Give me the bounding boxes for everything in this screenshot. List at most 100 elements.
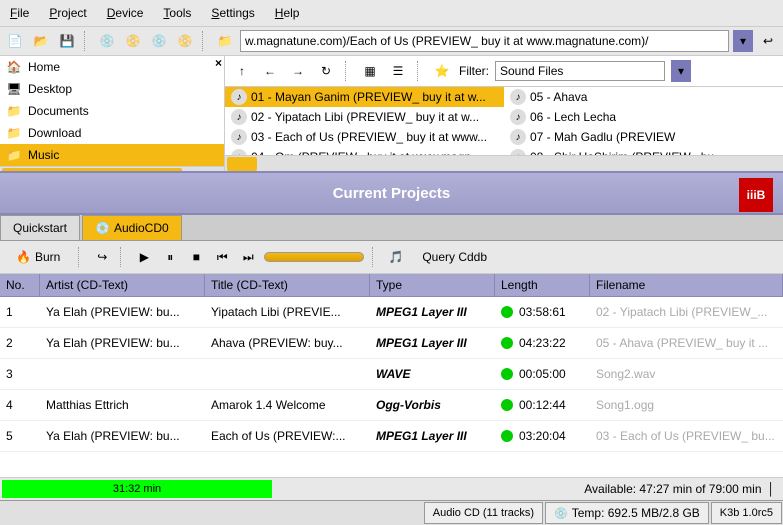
col-type[interactable]: Type [370, 274, 495, 296]
file-item[interactable]: ♪01 - Mayan Ganim (PREVIEW_ buy it at w.… [225, 87, 504, 107]
file-item[interactable]: ♪03 - Each of Us (PREVIEW_ buy it at www… [225, 127, 504, 147]
audio-icon: ♪ [510, 129, 526, 145]
audio-icon: ♪ [231, 129, 247, 145]
prev-icon[interactable]: ⏮ [212, 247, 232, 267]
bookmark-icon[interactable]: ⭐ [431, 60, 453, 82]
status-dot [501, 337, 513, 349]
stop-icon[interactable]: ■ [186, 247, 206, 267]
project-tabs: Quickstart 💿 AudioCD0 [0, 215, 783, 241]
status-project: Audio CD (11 tracks) [424, 502, 543, 524]
k3b-logo: iiiB [739, 178, 773, 212]
col-filename[interactable]: Filename [590, 274, 783, 296]
file-item[interactable]: ♪05 - Ahava [504, 87, 783, 107]
footer-bar: 31:32 min Available: 47:27 min of 79:00 … [0, 477, 783, 500]
back-icon[interactable]: ← [259, 60, 281, 82]
address-input[interactable]: w.magnatune.com)/Each of Us (PREVIEW_ bu… [240, 30, 729, 52]
menu-file[interactable]: File [0, 2, 39, 24]
statusbar: Audio CD (11 tracks) 💿 Temp: 692.5 MB/2.… [0, 500, 783, 525]
menubar: File Project Device Tools Settings Help [0, 0, 783, 27]
next-icon[interactable]: ⏭ [238, 247, 258, 267]
disc3-icon[interactable]: 💿 [148, 30, 170, 52]
disc1-icon[interactable]: 💿 [96, 30, 118, 52]
folder-icon: 🏠 [6, 59, 22, 75]
audio-icon: ♪ [231, 89, 247, 105]
sidebar-item-download[interactable]: 📁Download [0, 122, 224, 144]
go-icon[interactable]: ↩ [757, 30, 779, 52]
close-icon[interactable]: × [215, 56, 222, 70]
menu-settings[interactable]: Settings [201, 2, 264, 24]
pause-icon[interactable]: ⏸ [160, 247, 180, 267]
new-icon[interactable]: 📄 [4, 30, 26, 52]
file-scrollbar[interactable] [225, 155, 783, 171]
listview-icon[interactable]: ☰ [387, 60, 409, 82]
menu-tools[interactable]: Tools [153, 2, 201, 24]
status-dot [501, 430, 513, 442]
track-row[interactable]: 4 Matthias Ettrich Amarok 1.4 Welcome Og… [0, 390, 783, 421]
menu-help[interactable]: Help [265, 2, 310, 24]
sidebar-item-documents[interactable]: 📁Documents [0, 100, 224, 122]
reload-icon[interactable]: ↻ [315, 60, 337, 82]
track-row[interactable]: 5 Ya Elah (PREVIEW: bu... Each of Us (PR… [0, 421, 783, 452]
disc4-icon[interactable]: 📀 [174, 30, 196, 52]
sidebar-item-desktop[interactable]: 🖥Desktop [0, 78, 224, 100]
track-list: No. Artist (CD-Text) Title (CD-Text) Typ… [0, 274, 783, 477]
filter-input[interactable]: Sound Files [495, 61, 665, 81]
cddb-button[interactable]: Query Cddb [412, 247, 497, 267]
col-no[interactable]: No. [0, 274, 40, 296]
audio-icon: ♪ [510, 89, 526, 105]
file-item[interactable]: ♪08 - Shir HaShirim (PREVIEW_ bu... [504, 147, 783, 155]
tab-quickstart[interactable]: Quickstart [0, 215, 80, 240]
burn-button[interactable]: 🔥 Burn [6, 247, 70, 267]
status-version: K3b 1.0rc5 [711, 502, 782, 524]
filter-label: Filter: [459, 64, 489, 78]
track-header: No. Artist (CD-Text) Title (CD-Text) Typ… [0, 274, 783, 297]
up-icon[interactable]: ↑ [231, 60, 253, 82]
col-title[interactable]: Title (CD-Text) [205, 274, 370, 296]
menu-project[interactable]: Project [39, 2, 96, 24]
track-row[interactable]: 2 Ya Elah (PREVIEW: bu... Ahava (PREVIEW… [0, 328, 783, 359]
status-dot [501, 306, 513, 318]
sidebar: × 🏠Home🖥Desktop📁Documents📁Download📁Music [0, 56, 225, 171]
file-item[interactable]: ♪02 - Yipatach Libi (PREVIEW_ buy it at … [225, 107, 504, 127]
folder-icon[interactable]: 📁 [214, 30, 236, 52]
filter-dropdown[interactable]: ▾ [671, 60, 691, 82]
track-row[interactable]: 3 WAVE 00:05:00 Song2.wav [0, 359, 783, 390]
audio-icon: ♪ [510, 109, 526, 125]
col-length[interactable]: Length [495, 274, 590, 296]
sidebar-item-music[interactable]: 📁Music [0, 144, 224, 166]
status-dot [501, 368, 513, 380]
header-band: Current Projects iiiB [0, 171, 783, 215]
sidebar-item-home[interactable]: 🏠Home [0, 56, 224, 78]
progress-bar: 31:32 min [2, 480, 272, 498]
address-dropdown[interactable]: ▾ [733, 30, 753, 52]
browser-toolbar: ↑ ← → ↻ ▦ ☰ ⭐ Filter: Sound Files ▾ [225, 56, 783, 87]
audio-icon: ♪ [231, 109, 247, 125]
header-title: Current Projects [333, 185, 451, 202]
project-toolbar: 🔥 Burn ↪ ▶ ⏸ ■ ⏮ ⏭ 🎵 Query Cddb [0, 241, 783, 274]
folder-icon: 📁 [6, 125, 22, 141]
folder-icon: 📁 [6, 103, 22, 119]
play-icon[interactable]: ▶ [134, 247, 154, 267]
tab-audiocd[interactable]: 💿 AudioCD0 [82, 215, 182, 240]
track-row[interactable]: 1 Ya Elah (PREVIEW: bu... Yipatach Libi … [0, 297, 783, 328]
open-icon[interactable]: 📂 [30, 30, 52, 52]
file-item[interactable]: ♪06 - Lech Lecha [504, 107, 783, 127]
main-toolbar: 📄 📂 💾 💿 📀 💿 📀 📁 w.magnatune.com)/Each of… [0, 27, 783, 56]
iconview-icon[interactable]: ▦ [359, 60, 381, 82]
col-artist[interactable]: Artist (CD-Text) [40, 274, 205, 296]
file-item[interactable]: ♪07 - Mah Gadlu (PREVIEW [504, 127, 783, 147]
disc2-icon[interactable]: 📀 [122, 30, 144, 52]
folder-icon: 📁 [6, 147, 22, 163]
file-browser: ♪01 - Mayan Ganim (PREVIEW_ buy it at w.… [225, 87, 783, 155]
musicbrainz-icon[interactable]: 🎵 [386, 247, 406, 267]
status-dot [501, 399, 513, 411]
import-icon[interactable]: ↪ [92, 247, 112, 267]
status-temp: 💿 Temp: 692.5 MB/2.8 GB [545, 502, 709, 524]
save-icon[interactable]: 💾 [56, 30, 78, 52]
available-text: Available: 47:27 min of 79:00 min [584, 482, 761, 496]
file-item[interactable]: ♪04 - Om (PREVIEW_ buy it at www.magn... [225, 147, 504, 155]
forward-icon[interactable]: → [287, 60, 309, 82]
seek-slider[interactable] [264, 252, 364, 262]
audiocd-icon: 💿 [95, 221, 110, 235]
menu-device[interactable]: Device [97, 2, 154, 24]
